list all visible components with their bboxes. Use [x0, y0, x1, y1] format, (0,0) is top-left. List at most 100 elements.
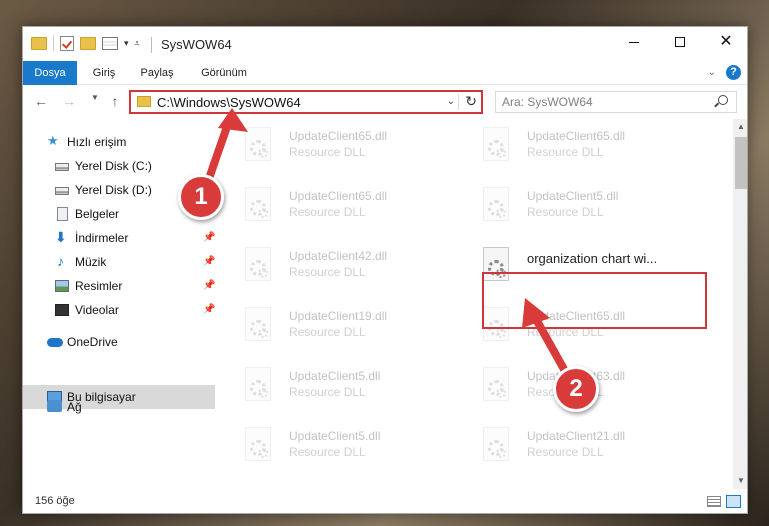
back-button[interactable]: ←	[31, 91, 51, 111]
address-bar[interactable]: C:\Windows\SysWOW64 ⌄ ↻	[129, 90, 483, 114]
folder-icon[interactable]	[31, 36, 47, 50]
large-icons-view-icon[interactable]	[726, 495, 741, 508]
sidebar-item-videos[interactable]: Videolar 📌	[23, 299, 215, 321]
cloud-icon	[47, 338, 63, 347]
sidebar-item-drive-c[interactable]: Yerel Disk (C:)	[23, 155, 215, 177]
customize-toolbar-icon[interactable]: ⩡	[135, 38, 140, 49]
dll-file-icon	[483, 427, 509, 461]
minimize-button[interactable]	[611, 27, 657, 57]
forward-button[interactable]: →	[59, 91, 79, 111]
recent-locations-icon[interactable]: ▼	[91, 93, 99, 102]
star-icon: ★	[47, 133, 59, 148]
pin-icon[interactable]: 📌	[203, 232, 215, 243]
file-type: Resource DLL	[527, 445, 604, 459]
callout-one: 1	[178, 174, 224, 220]
file-item[interactable]: UpdateClient42.dll Resource DLL	[227, 245, 457, 299]
dll-file-icon	[245, 367, 271, 401]
dll-file-icon	[245, 187, 271, 221]
view-properties-icon[interactable]	[102, 36, 118, 50]
file-name: UpdateClient5.dll	[289, 369, 381, 383]
tab-home[interactable]: Giriş	[81, 61, 127, 85]
music-icon: ♪	[57, 253, 64, 269]
vertical-scrollbar[interactable]: ▲ ▼	[733, 119, 747, 489]
file-item[interactable]: UpdateClient5.dll Resource DLL	[227, 365, 457, 419]
file-type: Resource DLL	[289, 265, 366, 279]
file-item[interactable]: UpdateClient19.dll Resource DLL	[227, 305, 457, 359]
ribbon-tabs: Dosya Giriş Paylaş Görünüm ⌄ ?	[23, 61, 747, 85]
title-divider	[151, 37, 152, 53]
file-type: Resource DLL	[289, 205, 366, 219]
dll-file-icon	[483, 187, 509, 221]
search-icon[interactable]	[718, 95, 728, 105]
scroll-up-icon[interactable]: ▲	[733, 119, 747, 135]
tab-view[interactable]: Görünüm	[191, 61, 257, 85]
dll-file-icon	[245, 307, 271, 341]
help-icon[interactable]: ?	[726, 65, 741, 80]
download-icon: ⬇	[55, 229, 67, 245]
details-view-icon[interactable]	[707, 496, 721, 507]
file-type: Resource DLL	[289, 325, 366, 339]
status-bar: 156 öğe	[23, 489, 747, 513]
dll-file-icon	[245, 247, 271, 281]
item-count: 156 öğe	[35, 495, 75, 507]
file-name: organization chart wi...	[527, 251, 658, 266]
tab-file[interactable]: Dosya	[23, 61, 77, 85]
sidebar-item-label: Resimler	[75, 279, 123, 293]
file-item[interactable]: UpdateClient21.dll Resource DLL	[465, 425, 695, 479]
file-type: Resource DLL	[527, 205, 604, 219]
search-box[interactable]	[495, 91, 737, 113]
file-name: UpdateClient65.dll	[527, 129, 626, 143]
file-name: UpdateClient65.dll	[289, 129, 388, 143]
maximize-button[interactable]	[657, 27, 703, 57]
file-name: UpdateClient42.dll	[289, 249, 388, 263]
sidebar-item-label: Müzik	[75, 255, 107, 269]
close-button[interactable]: ✕	[703, 27, 747, 57]
up-button[interactable]: ↑	[105, 91, 125, 111]
navigation-bar: ← → ▼ ↑ C:\Windows\SysWOW64 ⌄ ↻	[23, 85, 747, 119]
documents-icon	[57, 207, 68, 221]
sidebar-item-label: Belgeler	[75, 207, 120, 221]
sidebar-item-onedrive[interactable]: OneDrive	[23, 331, 215, 353]
search-input[interactable]	[502, 94, 702, 110]
sidebar-item-label: Videolar	[75, 303, 119, 317]
dll-file-icon	[245, 127, 271, 161]
video-icon	[55, 304, 69, 316]
sidebar-item-quick-access[interactable]: ★ Hızlı erişim	[23, 131, 215, 153]
expand-ribbon-icon[interactable]: ⌄	[708, 67, 716, 78]
pin-icon[interactable]: 📌	[203, 304, 215, 315]
scroll-down-icon[interactable]: ▼	[733, 473, 747, 489]
maximize-icon	[675, 37, 685, 47]
sidebar-item-music[interactable]: ♪ Müzik 📌	[23, 251, 215, 273]
sidebar-item-label: OneDrive	[67, 335, 118, 349]
file-item[interactable]: UpdateClient5.dll Resource DLL	[227, 425, 457, 479]
network-icon	[47, 400, 62, 412]
file-item[interactable]: UpdateClient65.dll Resource DLL	[465, 125, 695, 179]
quick-access-toolbar: ▾ ⩡	[31, 35, 140, 51]
drive-icon	[55, 163, 69, 171]
drive-icon	[55, 187, 69, 195]
sidebar-item-label: Yerel Disk (C:)	[75, 159, 152, 173]
sidebar-item-network[interactable]: Ağ	[23, 395, 215, 417]
file-name: UpdateClient21.dll	[527, 429, 626, 443]
dll-file-icon	[483, 367, 509, 401]
sidebar-item-downloads[interactable]: ⬇ İndirmeler 📌	[23, 227, 215, 249]
address-path[interactable]: C:\Windows\SysWOW64	[157, 95, 301, 110]
chevron-down-icon[interactable]: ▾	[124, 38, 129, 49]
minimize-icon	[629, 41, 639, 43]
file-item[interactable]: UpdateClient65.dll Resource DLL	[227, 185, 457, 239]
pin-icon[interactable]: 📌	[203, 280, 215, 291]
refresh-icon[interactable]: ↻	[465, 93, 477, 110]
window-title: SysWOW64	[161, 37, 232, 52]
file-type: Resource DLL	[289, 385, 366, 399]
new-folder-icon[interactable]	[80, 36, 96, 50]
tab-share[interactable]: Paylaş	[131, 61, 183, 85]
sidebar-item-pictures[interactable]: Resimler 📌	[23, 275, 215, 297]
toolbar-divider	[53, 35, 54, 51]
chevron-down-icon[interactable]: ⌄	[447, 96, 455, 107]
scroll-thumb[interactable]	[735, 137, 747, 189]
properties-check-icon[interactable]	[60, 35, 74, 51]
pin-icon[interactable]: 📌	[203, 256, 215, 267]
sidebar-item-label: Yerel Disk (D:)	[75, 183, 152, 197]
file-item[interactable]: UpdateClient65.dll Resource DLL	[227, 125, 457, 179]
file-item[interactable]: UpdateClient5.dll Resource DLL	[465, 185, 695, 239]
